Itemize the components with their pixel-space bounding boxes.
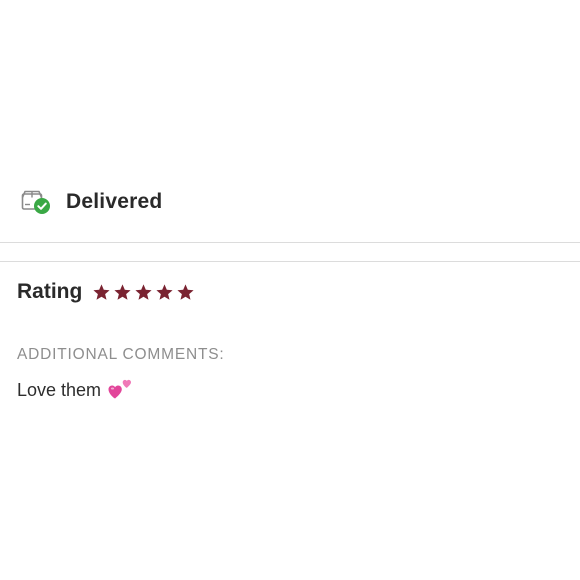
two-hearts-emoji <box>107 376 133 402</box>
star-icon <box>92 283 111 302</box>
delivered-box-check-icon <box>20 186 52 218</box>
comment-text: Love them <box>17 380 102 400</box>
star-icon <box>155 283 174 302</box>
section-divider <box>0 242 580 262</box>
star-rating <box>92 283 197 302</box>
status-label: Delivered <box>66 190 163 213</box>
star-icon <box>176 283 195 302</box>
order-status: Delivered <box>20 186 162 218</box>
additional-comments-heading: ADDITIONAL COMMENTS: <box>17 346 225 363</box>
star-icon <box>113 283 132 302</box>
rating-row: Rating <box>17 278 197 306</box>
comment-body: Love them <box>17 376 133 404</box>
star-icon <box>134 283 153 302</box>
rating-label: Rating <box>17 280 83 303</box>
